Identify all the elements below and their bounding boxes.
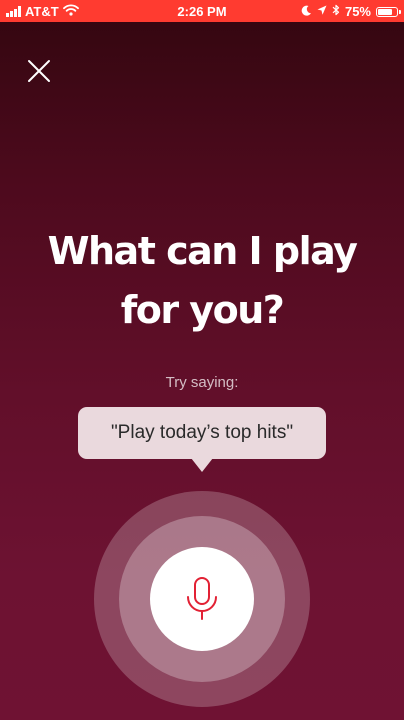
status-right: 75%: [301, 4, 401, 19]
title-line-2: for you?: [120, 288, 285, 332]
suggestion-text: "Play today’s top hits": [110, 422, 294, 443]
bluetooth-icon: [332, 4, 340, 19]
try-saying-label: Try saying:: [165, 374, 239, 391]
battery-percent: 75%: [344, 4, 371, 19]
title-line-1: What can I play: [47, 229, 358, 273]
battery-icon: [376, 6, 401, 17]
microphone-icon: [187, 577, 217, 620]
close-button[interactable]: [24, 56, 54, 86]
page-title: What can I play for you?: [0, 222, 404, 340]
suggestion-bubble-tail: [191, 458, 213, 472]
moon-icon: [301, 4, 312, 19]
close-icon: [28, 60, 50, 82]
voice-search-screen: AT&T 2:26 PM 75% What can I play for you…: [0, 0, 404, 720]
status-bar: AT&T 2:26 PM 75%: [0, 0, 404, 22]
microphone-button[interactable]: [150, 547, 254, 651]
location-icon: [317, 4, 327, 19]
suggestion-bubble: "Play today’s top hits": [78, 407, 326, 459]
